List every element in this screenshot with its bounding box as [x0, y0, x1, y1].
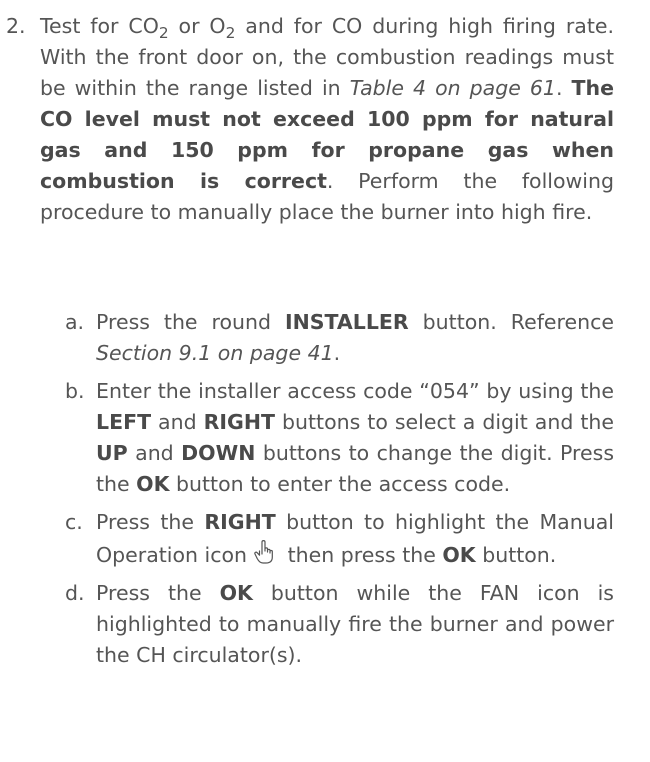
- substep-text-part: button.: [475, 543, 557, 567]
- substep-text-part: buttons to select a digit and the: [275, 410, 614, 434]
- up-button-label: UP: [96, 441, 128, 465]
- ok-button-label: OK: [442, 543, 476, 567]
- substep-text-part: .: [333, 341, 341, 365]
- substep-text: Press the RIGHT button to highlight the …: [96, 507, 614, 571]
- substep-text-part: and: [127, 441, 182, 465]
- section-reference-link[interactable]: Section 9.1 on page 41: [96, 341, 334, 365]
- substep-text-part: button to enter the access code.: [169, 472, 511, 496]
- right-button-label: RIGHT: [203, 410, 276, 434]
- ok-button-label: OK: [136, 472, 170, 496]
- substep-list: a. Press the round INSTALLER button. Ref…: [40, 307, 614, 678]
- document-page: 2. Test for CO2 or O2 and for CO during …: [0, 0, 650, 762]
- substep-text-part: Press the round: [96, 310, 285, 334]
- substep-text-part: Press the: [96, 510, 205, 534]
- substep-letter: d.: [65, 581, 85, 605]
- step-text-part: Test for CO: [40, 14, 159, 38]
- substep-text: Enter the installer access code “054” by…: [96, 376, 614, 500]
- step-text-part: or O: [168, 14, 226, 38]
- subscript-2: 2: [158, 24, 169, 43]
- substep-text-part: button. Reference: [408, 310, 614, 334]
- step-2-text: Test for CO2 or O2 and for CO during hig…: [40, 11, 614, 228]
- substep-text: Press the OK button while the FAN icon i…: [96, 578, 614, 671]
- ok-button-label: OK: [219, 581, 253, 605]
- subscript-2: 2: [225, 24, 236, 43]
- right-button-label: RIGHT: [204, 510, 276, 534]
- substep-text-part: and: [151, 410, 204, 434]
- substep-text: Press the round INSTALLER button. Refere…: [96, 307, 614, 369]
- substep-b: b. Enter the installer access code “054”…: [40, 376, 614, 500]
- substep-letter: b.: [65, 379, 85, 403]
- substep-d: d. Press the OK button while the FAN ico…: [40, 578, 614, 671]
- substep-letter: a.: [65, 310, 85, 334]
- step-text-part: .: [555, 76, 572, 100]
- substep-letter: c.: [65, 510, 83, 534]
- substep-a: a. Press the round INSTALLER button. Ref…: [40, 307, 614, 369]
- table-reference-link[interactable]: Table 4 on page 61: [350, 76, 556, 100]
- substep-text-part: Press the: [96, 581, 220, 605]
- substep-text-part: then press the: [281, 543, 443, 567]
- down-button-label: DOWN: [181, 441, 256, 465]
- step-number: 2.: [6, 14, 26, 38]
- substep-text-part: Enter the installer access code “054” by…: [96, 379, 614, 403]
- substep-c: c. Press the RIGHT button to highlight t…: [40, 507, 614, 571]
- hand-pointer-icon: [251, 538, 277, 566]
- left-button-label: LEFT: [96, 410, 152, 434]
- installer-button-label: INSTALLER: [284, 310, 409, 334]
